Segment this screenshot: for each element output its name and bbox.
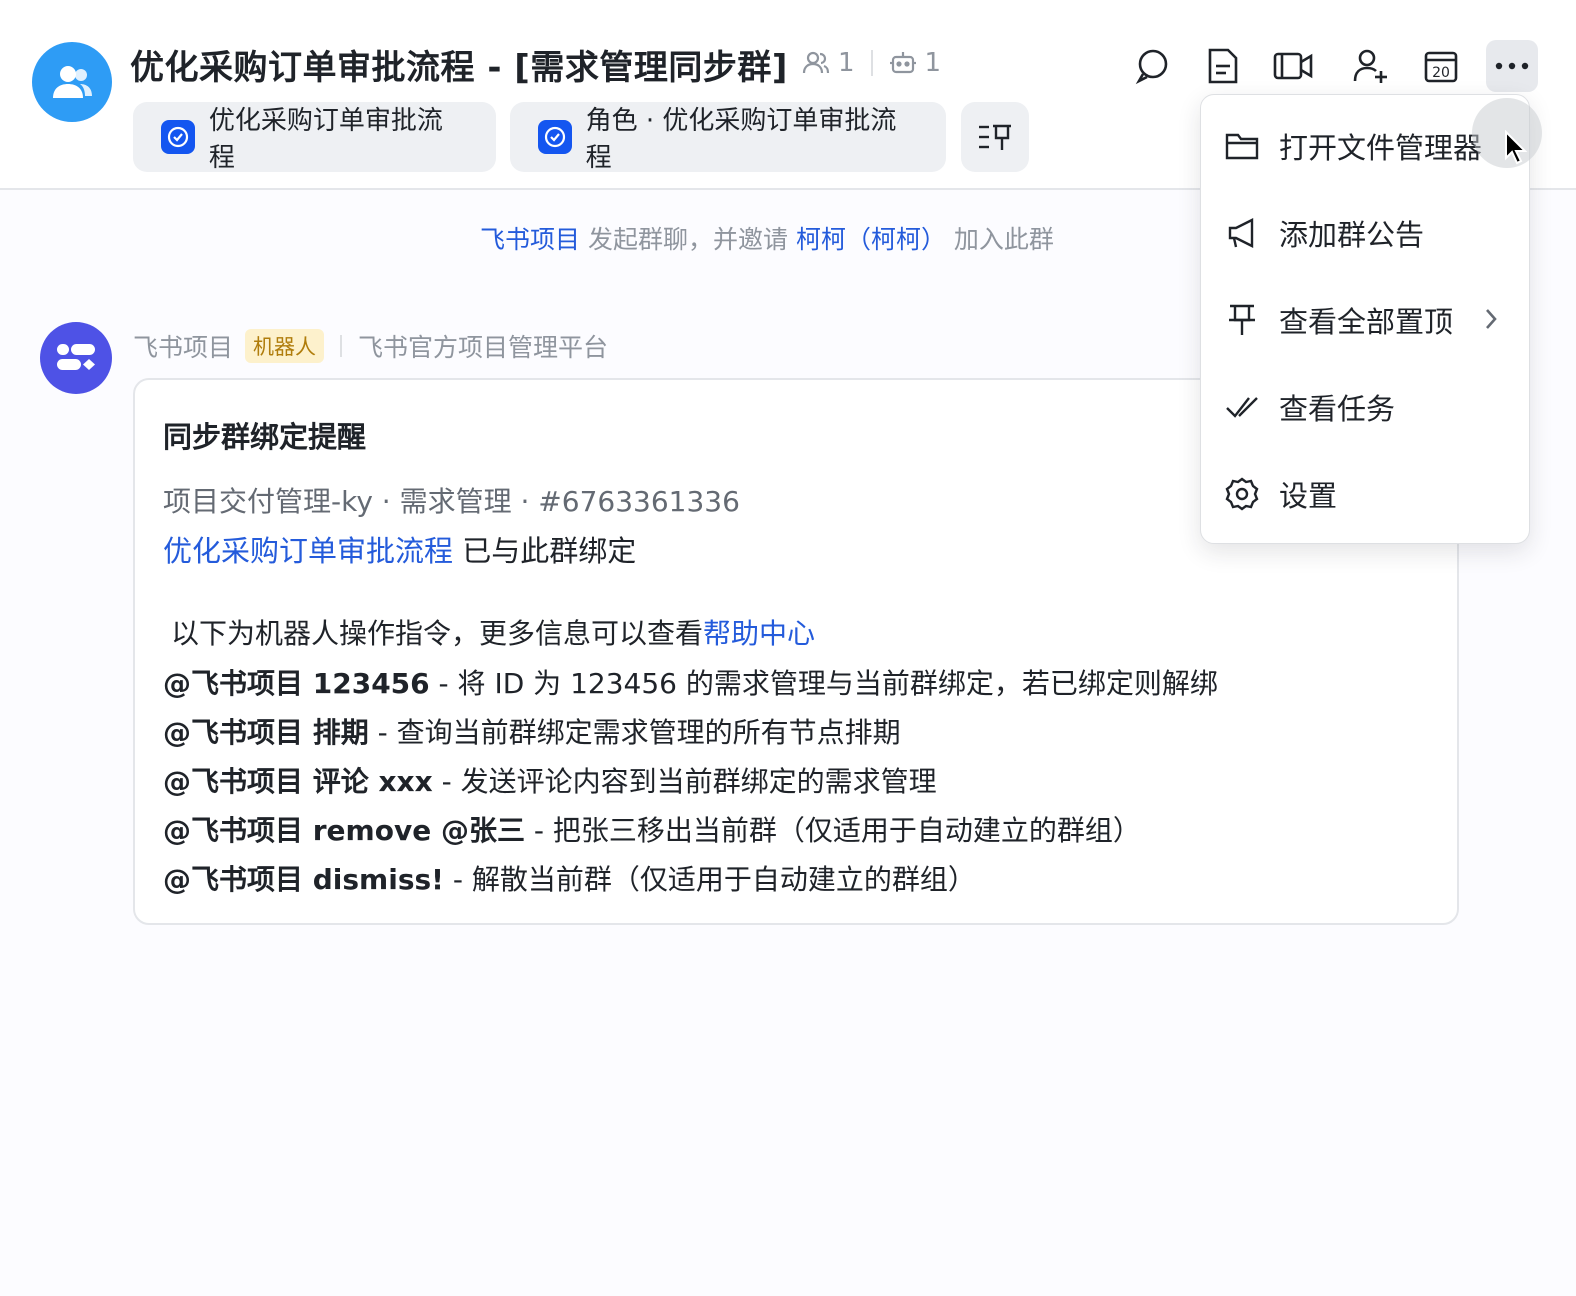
calendar-button[interactable]: 20 xyxy=(1415,40,1467,92)
more-button[interactable] xyxy=(1486,40,1538,92)
check-badge-icon xyxy=(161,120,195,154)
menu-item-label: 添加群公告 xyxy=(1279,218,1425,252)
feishu-project-logo-icon xyxy=(57,344,95,370)
more-dropdown-menu: 打开文件管理器 添加群公告 查看全部置顶 查看任务 设置 xyxy=(1200,94,1530,544)
members-icon xyxy=(802,51,830,74)
chat-counts: 1 1 xyxy=(802,48,941,78)
command-line: @飞书项目 remove @张三 - 把张三移出当前群（仅适用于自动建立的群组） xyxy=(163,809,1141,849)
chevron-right-icon xyxy=(1483,305,1499,339)
search-chat-icon xyxy=(1135,49,1168,85)
pin-icon xyxy=(1225,303,1259,337)
gear-icon xyxy=(1225,477,1259,511)
command-keyword: @飞书项目 123456 xyxy=(163,667,430,700)
menu-item-label: 打开文件管理器 xyxy=(1279,131,1483,165)
card-intro: 以下为机器人操作指令，更多信息可以查看帮助中心 xyxy=(171,612,815,652)
command-desc: - 发送评论内容到当前群绑定的需求管理 xyxy=(432,765,937,798)
robot-icon xyxy=(889,52,916,74)
document-icon xyxy=(1208,48,1238,84)
group-avatar[interactable] xyxy=(32,42,112,122)
bot-count-value: 1 xyxy=(924,48,942,78)
intro-text: 以下为机器人操作指令，更多信息可以查看 xyxy=(171,617,704,650)
task-check-icon xyxy=(1225,390,1259,424)
meta-divider xyxy=(340,335,343,357)
video-call-icon xyxy=(1273,52,1313,80)
docs-button[interactable] xyxy=(1197,40,1249,92)
bot-tag: 机器人 xyxy=(245,329,325,363)
card-subtitle: 项目交付管理-ky · 需求管理 · #6763361336 xyxy=(163,485,740,518)
menu-item-label: 查看任务 xyxy=(1279,392,1396,426)
card-title: 同步群绑定提醒 xyxy=(163,420,367,454)
system-suffix: 加入此群 xyxy=(953,225,1054,254)
card-bind-line: 优化采购订单审批流程 已与此群绑定 xyxy=(163,528,636,570)
pin-list-icon xyxy=(979,124,1011,150)
sender-description: 飞书官方项目管理平台 xyxy=(358,333,609,362)
calendar-icon: 20 xyxy=(1424,51,1458,83)
megaphone-icon xyxy=(1225,216,1259,250)
mouse-cursor-icon xyxy=(1504,129,1528,170)
command-line: @飞书项目 123456 - 将 ID 为 123456 的需求管理与当前群绑定… xyxy=(163,662,1218,702)
chat-title[interactable]: 优化采购订单审批流程 - [需求管理同步群] xyxy=(130,40,788,89)
system-invitee-link[interactable]: 柯柯（柯柯） xyxy=(796,225,946,254)
counts-divider xyxy=(870,50,873,76)
video-call-button[interactable] xyxy=(1267,40,1319,92)
check-badge-icon xyxy=(538,120,572,154)
more-icon xyxy=(1495,62,1529,70)
system-action: 发起群聊，并邀请 xyxy=(587,225,788,254)
command-desc: - 解散当前群（仅适用于自动建立的群组） xyxy=(443,863,976,896)
menu-item-label: 查看全部置顶 xyxy=(1279,305,1454,339)
command-desc: - 将 ID 为 123456 的需求管理与当前群绑定，若已绑定则解绑 xyxy=(429,667,1218,700)
pinned-list-button[interactable] xyxy=(961,102,1029,172)
help-center-link[interactable]: 帮助中心 xyxy=(703,617,815,650)
pinned-chip-label: 优化采购订单审批流程 xyxy=(208,106,443,173)
menu-item-view-tasks[interactable]: 查看任务 xyxy=(1201,376,1529,436)
command-desc: - 把张三移出当前群（仅适用于自动建立的群组） xyxy=(524,814,1141,847)
command-keyword: @飞书项目 remove @张三 xyxy=(163,814,525,847)
system-message: 飞书项目 发起群聊，并邀请 柯柯（柯柯） 加入此群 xyxy=(480,220,1054,256)
search-chat-button[interactable] xyxy=(1127,40,1179,92)
workitem-link[interactable]: 优化采购订单审批流程 xyxy=(163,534,453,568)
pinned-chip-label: 角色 · 优化采购订单审批流程 xyxy=(585,106,897,173)
member-count-value: 1 xyxy=(838,48,855,78)
menu-item-settings[interactable]: 设置 xyxy=(1201,463,1529,523)
pinned-chip-role[interactable]: 角色 · 优化采购订单审批流程 xyxy=(510,102,946,173)
add-member-button[interactable] xyxy=(1345,40,1397,92)
menu-item-add-announcement[interactable]: 添加群公告 xyxy=(1201,202,1529,262)
command-keyword: @飞书项目 排期 xyxy=(163,716,369,749)
bot-avatar[interactable] xyxy=(40,322,112,394)
group-people-icon xyxy=(53,66,92,98)
member-count[interactable]: 1 xyxy=(802,48,855,78)
menu-item-view-pins[interactable]: 查看全部置顶 xyxy=(1201,289,1529,349)
command-keyword: @飞书项目 dismiss! xyxy=(163,863,444,896)
bind-text: 已与此群绑定 xyxy=(453,534,637,568)
bot-count[interactable]: 1 xyxy=(889,48,942,78)
pinned-chip-workitem[interactable]: 优化采购订单审批流程 xyxy=(133,102,496,173)
menu-item-label: 设置 xyxy=(1279,479,1338,513)
command-desc: - 查询当前群绑定需求管理的所有节点排期 xyxy=(368,716,901,749)
folder-icon xyxy=(1225,129,1259,163)
command-keyword: @飞书项目 评论 xxx xyxy=(163,765,433,798)
calendar-day: 20 xyxy=(1432,65,1450,81)
message-meta: 飞书项目 机器人 飞书官方项目管理平台 xyxy=(133,328,608,364)
system-actor-link[interactable]: 飞书项目 xyxy=(480,225,580,254)
command-line: @飞书项目 dismiss! - 解散当前群（仅适用于自动建立的群组） xyxy=(163,858,976,898)
sender-name[interactable]: 飞书项目 xyxy=(133,328,233,364)
command-line: @飞书项目 排期 - 查询当前群绑定需求管理的所有节点排期 xyxy=(163,711,901,751)
add-member-icon xyxy=(1353,49,1387,83)
command-line: @飞书项目 评论 xxx - 发送评论内容到当前群绑定的需求管理 xyxy=(163,760,937,800)
